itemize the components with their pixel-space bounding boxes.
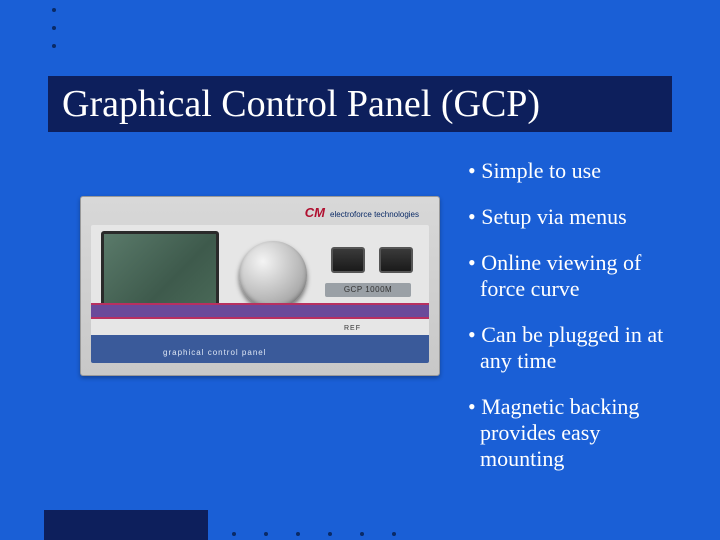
bullet-item: Online viewing of force curve: [468, 250, 680, 302]
bullet-item: Simple to use: [468, 158, 680, 184]
decoration-dots-top: [52, 8, 56, 62]
device-button-1: [331, 247, 365, 273]
bullet-item: Magnetic backing provides easy mounting: [468, 394, 680, 472]
device-brand: CM electroforce technologies: [303, 205, 419, 220]
device-knob: [239, 241, 307, 309]
device-button-2: [379, 247, 413, 273]
bullet-item: Setup via menus: [468, 204, 680, 230]
device-brand-mark: CM: [305, 205, 325, 220]
device-stripe: [91, 303, 429, 319]
device-photo: CM electroforce technologies GCP 1000M g…: [80, 196, 440, 376]
decoration-bottom-block: [44, 510, 208, 540]
device-model-label: GCP 1000M: [325, 283, 411, 297]
bullet-item: Can be plugged in at any time: [468, 322, 680, 374]
decoration-dots-bottom: [232, 532, 396, 536]
device-brand-sub: electroforce technologies: [330, 210, 419, 219]
page-title: Graphical Control Panel (GCP): [62, 82, 540, 126]
bullet-list: Simple to use Setup via menus Online vie…: [468, 158, 680, 492]
content-row: CM electroforce technologies GCP 1000M g…: [80, 158, 680, 492]
device-face: GCP 1000M graphical control panel REF: [91, 225, 429, 363]
device-footer-text: graphical control panel: [163, 348, 267, 357]
device-footer: graphical control panel REF: [91, 335, 429, 363]
device-ref-label: REF: [342, 325, 363, 332]
title-bar: Graphical Control Panel (GCP): [48, 76, 672, 132]
